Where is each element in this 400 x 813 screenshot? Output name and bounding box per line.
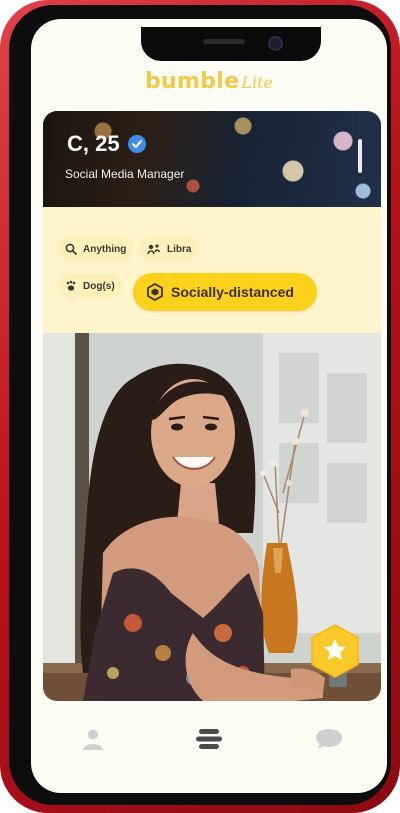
badge-zodiac: Libra [139,237,200,261]
search-icon [65,243,77,255]
job-title: Social Media Manager [65,167,185,181]
badge-pets: Dog(s) [57,274,123,298]
phone-body: bumble Lite C, 25 Social Media Manager An… [9,5,391,805]
app-logo: bumble Lite [31,69,387,94]
badge-label: Libra [167,243,192,255]
brand-suffix: Lite [241,73,273,92]
dog-icon [66,280,76,291]
app-screen: bumble Lite C, 25 Social Media Manager An… [31,19,387,793]
superswipe-button[interactable] [309,623,361,679]
front-camera [268,36,283,51]
profile-main-photo [43,333,381,701]
profile-name-age: C, 25 [67,131,146,157]
profile-badges: Anything Libra Dog(s) Socially-distanced [43,207,381,333]
hexagon-shield-icon [147,283,163,301]
badge-label: Anything [83,243,127,255]
profile-card[interactable]: C, 25 Social Media Manager Anything Libr… [43,111,381,701]
brand-name: bumble [145,69,240,94]
phone-frame: bumble Lite C, 25 Social Media Manager An… [0,0,400,813]
stacked-bars-icon [196,729,222,749]
badge-label: Dog(s) [83,280,115,292]
badge-socially-distanced: Socially-distanced [133,273,317,311]
nav-chats-button[interactable] [309,719,349,759]
scroll-indicator [358,139,362,173]
bottom-navigation [31,719,387,759]
chat-bubble-icon [316,729,342,749]
name-age-text: C, 25 [67,131,120,156]
nav-profile-button[interactable] [73,719,113,759]
person-icon [83,729,103,750]
badge-label: Socially-distanced [171,284,294,300]
camera-notch [141,27,321,61]
verified-badge-icon [127,135,146,153]
nav-discover-button[interactable] [189,719,229,759]
earpiece-speaker [203,39,245,44]
badge-looking-for: Anything [57,237,135,261]
header-overlay [43,111,381,207]
zodiac-icon [147,244,161,255]
